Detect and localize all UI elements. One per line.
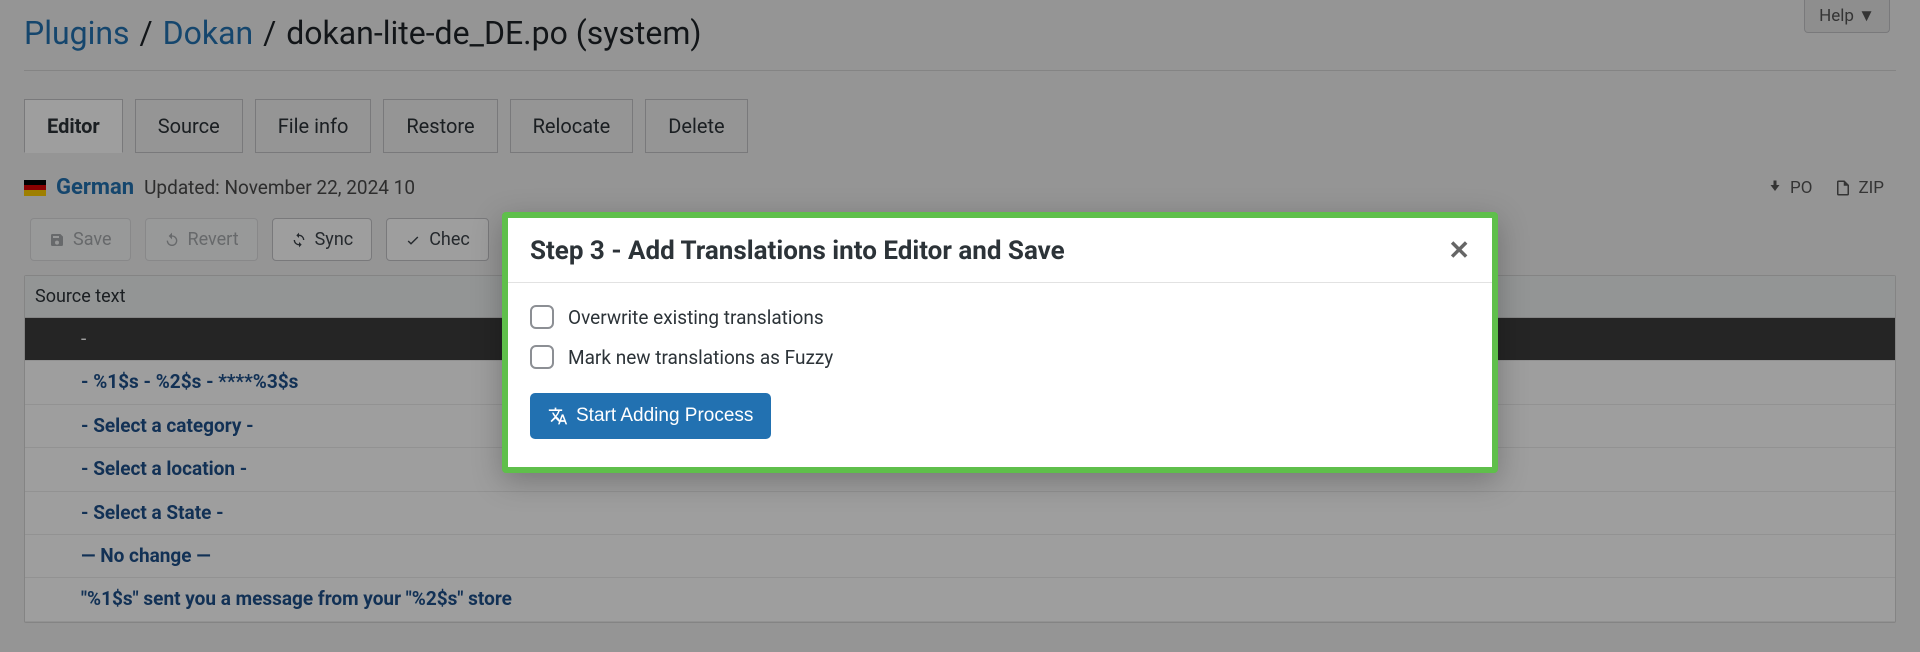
close-icon[interactable]: ✕ bbox=[1448, 238, 1470, 264]
overwrite-checkbox[interactable] bbox=[530, 305, 554, 329]
fuzzy-row: Mark new translations as Fuzzy bbox=[530, 345, 1470, 369]
fuzzy-checkbox[interactable] bbox=[530, 345, 554, 369]
start-adding-button[interactable]: Start Adding Process bbox=[530, 393, 771, 439]
start-adding-label: Start Adding Process bbox=[576, 405, 753, 427]
overwrite-label: Overwrite existing translations bbox=[568, 306, 824, 329]
modal-body: Overwrite existing translations Mark new… bbox=[508, 283, 1492, 467]
modal-title: Step 3 - Add Translations into Editor an… bbox=[530, 236, 1065, 266]
modal-step3: Step 3 - Add Translations into Editor an… bbox=[502, 212, 1498, 473]
overwrite-row: Overwrite existing translations bbox=[530, 305, 1470, 329]
translate-icon bbox=[548, 406, 568, 426]
modal-header: Step 3 - Add Translations into Editor an… bbox=[508, 218, 1492, 283]
fuzzy-label: Mark new translations as Fuzzy bbox=[568, 346, 833, 369]
